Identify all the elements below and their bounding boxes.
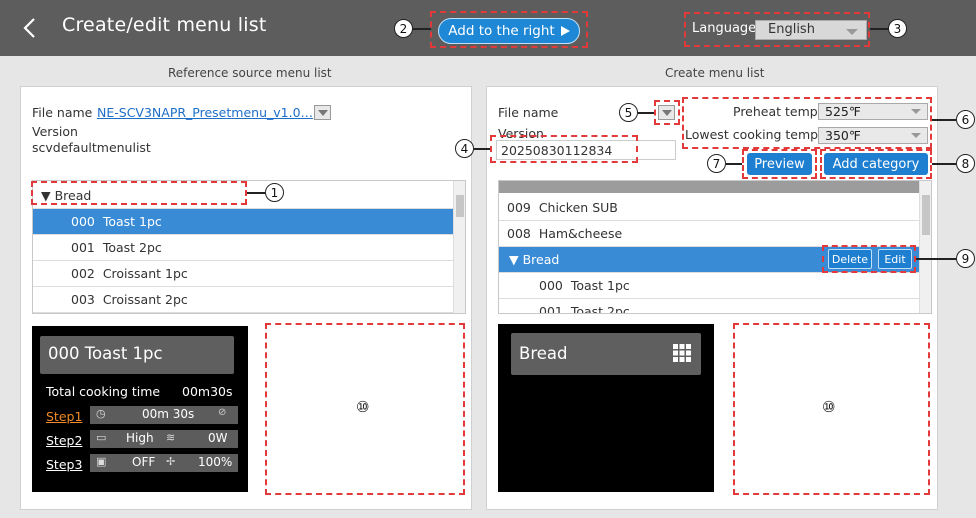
chevron-left-icon (23, 18, 35, 38)
step1-time: 00m 30s (142, 407, 195, 421)
item-name: Croissant 2pc (102, 292, 188, 307)
callout-3: 3 (888, 19, 907, 38)
right-file-name-label: File name (498, 105, 559, 120)
scroll-thumb[interactable] (456, 195, 464, 217)
step2-link[interactable]: Step2 (46, 433, 82, 448)
callout-6: 6 (956, 110, 975, 129)
left-list-scrollbar[interactable] (453, 181, 465, 313)
left-version-label: Version (32, 124, 78, 139)
left-panel-heading: Reference source menu list (168, 66, 332, 80)
callout-9: 9 (956, 249, 975, 268)
item-name: Ham&cheese (538, 226, 623, 241)
callout-leader-3 (870, 28, 888, 30)
item-name: Chicken SUB (538, 200, 618, 215)
item-code: 001 (539, 304, 563, 314)
callout-8: 8 (956, 154, 975, 173)
item-code: 009 (507, 200, 531, 215)
preview-category-tile[interactable]: Bread (511, 333, 701, 375)
list-item[interactable]: 003 Croissant 2pc (33, 287, 453, 313)
page-title: Create/edit menu list (62, 14, 267, 36)
back-button[interactable] (8, 6, 50, 50)
step1-box[interactable]: ◷ 00m 30s ⊘ (90, 406, 238, 424)
total-cooking-time-label: Total cooking time (46, 384, 161, 399)
callout-1: 1 (265, 183, 284, 202)
step3-state: OFF (132, 455, 156, 469)
item-name: Croissant 1pc (102, 266, 188, 281)
right-category-label: ▼ Bread (509, 252, 560, 267)
scroll-thumb[interactable] (922, 195, 930, 235)
left-file-name-link[interactable]: NE-SCV3NAPR_Presetmenu_v1.0… (97, 105, 313, 120)
step2-level: High (126, 431, 154, 445)
left-version-value: scvdefaultmenulist (32, 140, 151, 155)
microwave-icon: ≋ (166, 431, 176, 444)
list-item[interactable]: 002 Croissant 1pc (33, 261, 453, 287)
item-code: 001 (71, 240, 95, 255)
step1-link[interactable]: Step1 (46, 409, 82, 424)
callout-10-left: ⑩ (356, 398, 370, 416)
callout-box-8 (820, 149, 932, 179)
right-list-scrollbar[interactable] (919, 181, 931, 313)
list-item[interactable]: 008 Ham&cheese (499, 221, 919, 247)
item-name: Toast 2pc (570, 304, 630, 314)
callout-5: 5 (619, 103, 638, 122)
list-item[interactable]: 001 Toast 2pc (499, 299, 919, 314)
item-code: 002 (71, 266, 95, 281)
left-file-dropdown[interactable] (314, 105, 331, 120)
callout-box-4 (490, 135, 638, 163)
item-code: 003 (71, 292, 95, 307)
callout-leader-7 (726, 163, 742, 165)
preview-title-tile: 000 Toast 1pc (40, 336, 234, 374)
callout-leader-5 (638, 112, 654, 114)
callout-leader-9 (916, 258, 956, 260)
callout-box-2 (430, 11, 588, 48)
preview-category-label: Bread (519, 344, 568, 363)
right-panel-heading: Create menu list (665, 66, 765, 80)
item-name: Toast 1pc (102, 214, 162, 229)
timer-off-icon: ⊘ (218, 407, 227, 418)
step3-box[interactable]: ▣ OFF ✢ 100% (90, 454, 238, 472)
callout-box-6 (682, 97, 932, 149)
callout-leader-6 (932, 119, 956, 121)
callout-leader-8 (932, 163, 956, 165)
callout-leader-2 (413, 28, 431, 30)
callout-leader-4 (474, 148, 490, 150)
item-code: 000 (71, 214, 95, 229)
callout-2: 2 (394, 19, 413, 38)
item-code: 008 (507, 226, 531, 241)
list-item[interactable]: 009 Chicken SUB (499, 195, 919, 221)
list-header-bar (499, 181, 919, 193)
step2-power: 0W (208, 431, 228, 445)
left-file-name-label: File name (32, 105, 93, 120)
oven-icon: ▣ (96, 455, 107, 468)
list-item[interactable]: 000 Toast 1pc (499, 273, 919, 299)
callout-box-9 (822, 245, 916, 273)
list-item[interactable]: 001 Toast 2pc (33, 235, 453, 261)
item-name: Toast 1pc (570, 278, 630, 293)
callout-7: 7 (707, 154, 726, 173)
total-cooking-time-value: 00m30s (182, 384, 233, 399)
step3-link[interactable]: Step3 (46, 457, 82, 472)
item-name: Toast 2pc (102, 240, 162, 255)
clock-icon: ◷ (96, 407, 106, 420)
callout-4: 4 (455, 139, 474, 158)
callout-box-1 (31, 181, 247, 205)
callout-box-3 (684, 12, 870, 47)
callout-leader-1 (247, 192, 265, 194)
fan-icon: ✢ (166, 455, 176, 468)
callout-10-right: ⑩ (822, 398, 836, 416)
callout-box-7 (742, 149, 817, 179)
step3-fan: 100% (198, 455, 233, 469)
grid-icon (673, 344, 691, 362)
callout-box-5 (654, 100, 680, 125)
list-item[interactable]: 000 Toast 1pc (33, 209, 453, 235)
heat-icon: ▭ (96, 431, 107, 444)
item-code: 000 (539, 278, 563, 293)
step2-box[interactable]: ▭ High ≋ 0W (90, 430, 238, 448)
